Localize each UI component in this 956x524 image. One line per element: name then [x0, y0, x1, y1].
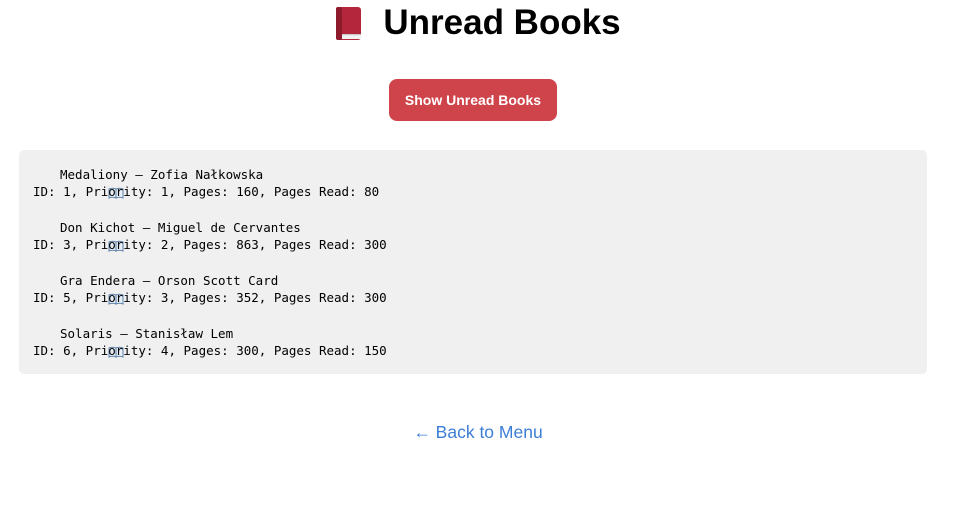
open-book-icon: [33, 275, 124, 305]
book-title-text: Don Kichot – Miguel de Cervantes: [60, 220, 301, 235]
book-title-text: Medaliony – Zofia Nałkowska: [60, 167, 264, 182]
book-entry: Solaris – Stanisław Lem ID: 6, Priority:…: [33, 325, 913, 359]
book-detail-line: ID: 3, Priority: 2, Pages: 863, Pages Re…: [33, 237, 387, 252]
books-output-panel: Medaliony – Zofia Nałkowska ID: 1, Prior…: [19, 150, 927, 374]
book-detail-line: ID: 1, Priority: 1, Pages: 160, Pages Re…: [33, 184, 380, 199]
show-unread-books-button[interactable]: Show Unread Books: [389, 79, 557, 121]
book-title-text: Gra Endera – Orson Scott Card: [60, 273, 279, 288]
book-entry: Don Kichot – Miguel de Cervantes ID: 3, …: [33, 219, 913, 253]
page-title: Unread Books: [0, 0, 956, 46]
book-detail-line: ID: 6, Priority: 4, Pages: 300, Pages Re…: [33, 343, 387, 358]
book-entry: Gra Endera – Orson Scott Card ID: 5, Pri…: [33, 272, 913, 306]
book-title-line: Don Kichot – Miguel de Cervantes: [33, 219, 913, 252]
closed-book-icon: [335, 6, 363, 42]
open-book-icon: [33, 328, 124, 358]
page-title-text: Unread Books: [383, 3, 621, 42]
book-detail-line: ID: 5, Priority: 3, Pages: 352, Pages Re…: [33, 290, 387, 305]
book-title-line: Gra Endera – Orson Scott Card: [33, 272, 913, 305]
book-title-line: Solaris – Stanisław Lem: [33, 325, 913, 358]
open-book-icon: [33, 222, 124, 252]
page: Unread Books Show Unread Books Medaliony…: [0, 0, 956, 524]
book-entry: Medaliony – Zofia Nałkowska ID: 1, Prior…: [33, 166, 913, 200]
open-book-icon: [33, 169, 124, 199]
book-title-text: Solaris – Stanisław Lem: [60, 326, 234, 341]
back-to-menu-link[interactable]: ← Back to Menu: [0, 422, 956, 443]
book-title-line: Medaliony – Zofia Nałkowska: [33, 166, 913, 199]
